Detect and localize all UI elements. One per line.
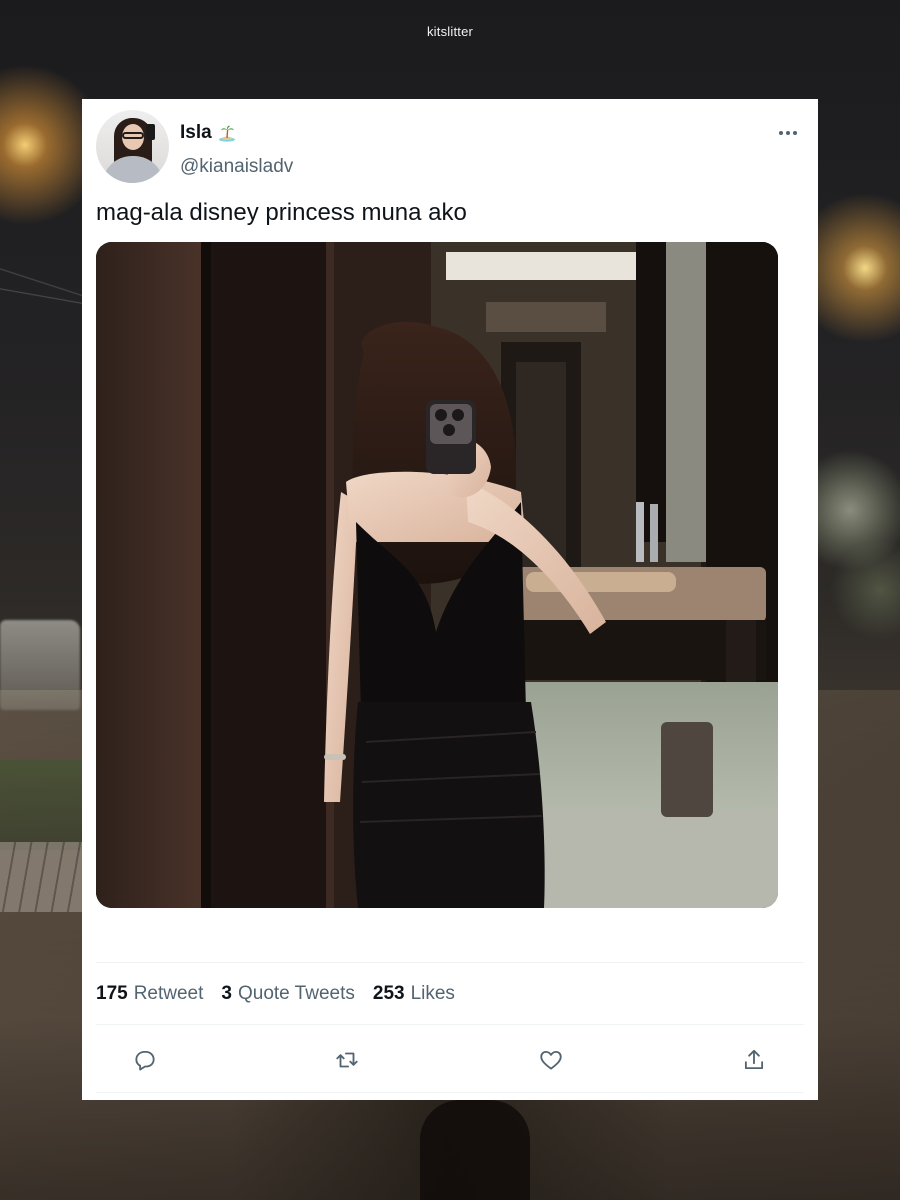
like-button[interactable] — [536, 1045, 566, 1075]
background-curb — [0, 842, 82, 912]
likes-count: 253 — [372, 982, 405, 1004]
likes-link[interactable]: 253 Likes — [373, 983, 455, 1005]
more-dot-icon — [786, 131, 790, 135]
more-dot-icon — [779, 131, 783, 135]
avatar-phone — [146, 124, 155, 140]
reply-icon — [135, 1050, 155, 1071]
display-name[interactable]: Isla — [180, 122, 212, 144]
tweet-actions — [96, 1025, 804, 1093]
background-wires — [0, 250, 82, 340]
share-icon — [744, 1049, 764, 1070]
background-car — [0, 620, 80, 710]
background-shadow — [420, 1100, 530, 1200]
like-icon — [540, 1050, 562, 1070]
reply-button[interactable] — [130, 1045, 160, 1075]
background-trees — [810, 450, 900, 690]
watermark: kitslitter — [426, 24, 474, 39]
tweet-text: mag-ala disney princess muna ako — [96, 199, 467, 226]
avatar-body — [102, 156, 164, 183]
avatar-glasses — [122, 132, 144, 139]
background-grass — [0, 760, 82, 850]
likes-label: Likes — [410, 982, 455, 1004]
avatar[interactable] — [96, 110, 169, 183]
retweet-icon — [336, 1052, 358, 1068]
more-dot-icon — [793, 131, 797, 135]
retweet-button[interactable] — [332, 1045, 362, 1075]
quote-tweets-link[interactable]: 3 Quote Tweets — [221, 983, 354, 1005]
share-button[interactable] — [739, 1045, 769, 1075]
retweet-label: Retweet — [133, 982, 204, 1004]
retweet-count-link[interactable]: 175 Retweet — [96, 983, 203, 1005]
tweet-photo[interactable] — [96, 242, 778, 908]
tweet-card: Isla @kianaisladv mag-ala disney princes… — [82, 99, 818, 1100]
quote-tweets-label: Quote Tweets — [237, 982, 355, 1004]
user-handle[interactable]: @kianaisladv — [180, 156, 293, 178]
quote-tweets-count: 3 — [221, 982, 232, 1004]
name-row: Isla — [180, 121, 236, 145]
retweet-count: 175 — [96, 982, 128, 1004]
tweet-stats: 175 Retweet 3 Quote Tweets 253 Likes — [96, 962, 804, 1025]
desert-island-icon — [218, 124, 236, 142]
more-options-button[interactable] — [776, 123, 800, 143]
mirror-selfie-photo — [96, 242, 778, 908]
